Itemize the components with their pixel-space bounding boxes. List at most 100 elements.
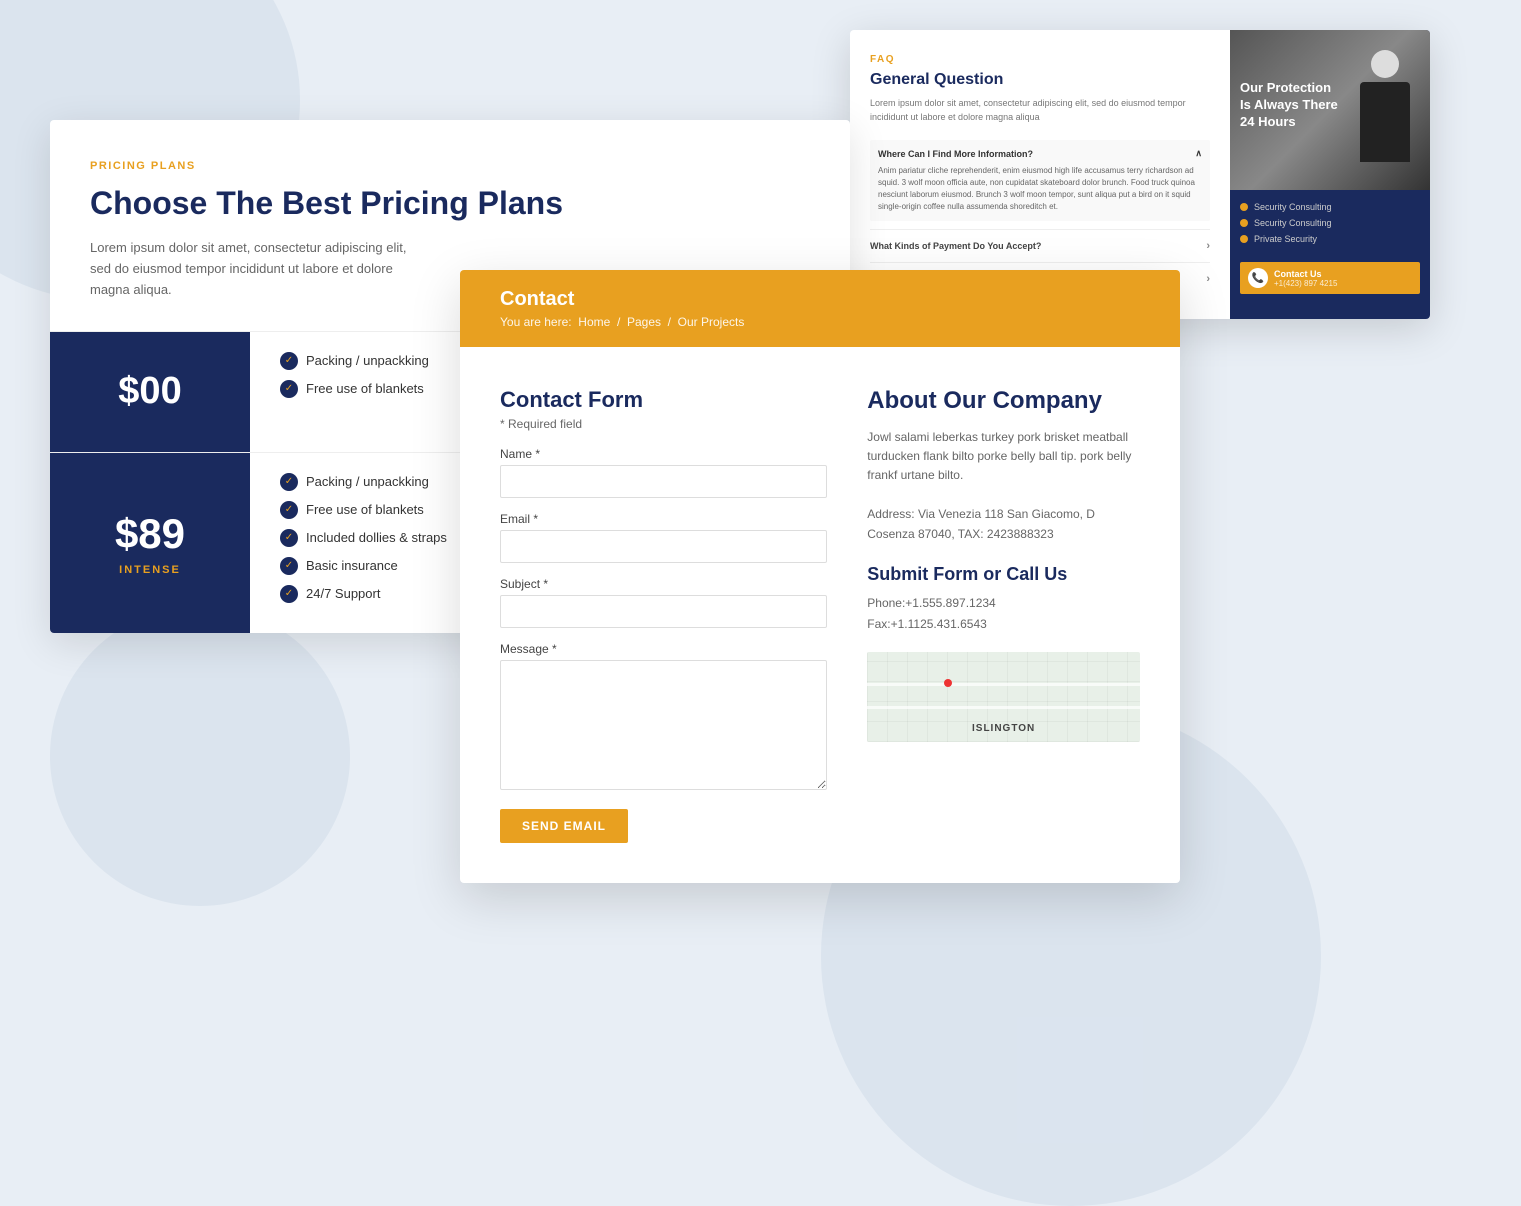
faq-description: Lorem ipsum dolor sit amet, consectetur … bbox=[870, 97, 1210, 124]
contact-header: Contact You are here: Home / Pages / Our… bbox=[460, 270, 1180, 347]
feature-label-1: Packing / unpackking bbox=[306, 474, 429, 489]
check-icon-3 bbox=[280, 529, 298, 547]
bullet-dot-3 bbox=[1240, 235, 1248, 243]
feature-1: Packing / unpackking bbox=[280, 473, 447, 491]
feature-2: Free use of blankets bbox=[280, 501, 447, 519]
faq-contact-info: Contact Us +1(423) 897 4215 bbox=[1274, 269, 1337, 288]
pricing-description: Lorem ipsum dolor sit amet, consectetur … bbox=[90, 238, 410, 300]
feature-top-2: Free use of blankets bbox=[280, 380, 429, 398]
feature-top-label-2: Free use of blankets bbox=[306, 381, 424, 396]
message-field-group: Message * bbox=[500, 642, 827, 795]
subject-input[interactable] bbox=[500, 595, 827, 628]
faq-open-question-row[interactable]: Where Can I Find More Information? ∧ bbox=[878, 148, 1202, 159]
pricing-title: Choose The Best Pricing Plans bbox=[90, 184, 810, 222]
faq-bullet-1: Security Consulting bbox=[1240, 202, 1420, 212]
person-body bbox=[1360, 82, 1410, 162]
contact-breadcrumb: You are here: Home / Pages / Our Project… bbox=[500, 315, 1140, 329]
bullet-dot-2 bbox=[1240, 219, 1248, 227]
faq-open-answer: Anim pariatur cliche reprehenderit, enim… bbox=[878, 165, 1202, 213]
phone-icon: 📞 bbox=[1248, 268, 1268, 288]
faq-right-panel: Our Protection Is Always There 24 Hours … bbox=[1230, 30, 1430, 319]
form-title: Contact Form bbox=[500, 387, 827, 413]
feature-top-label-1: Packing / unpackking bbox=[306, 353, 429, 368]
contact-phone: +1(423) 897 4215 bbox=[1274, 279, 1337, 288]
submit-call-title: Submit Form or Call Us bbox=[867, 564, 1140, 585]
contact-us-label: Contact Us bbox=[1274, 269, 1337, 279]
send-email-button[interactable]: SEND EMAIL bbox=[500, 809, 628, 843]
faq-accordion-item-1[interactable]: What Kinds of Payment Do You Accept? › bbox=[870, 229, 1210, 262]
faq-q1-arrow-icon: › bbox=[1206, 240, 1210, 252]
email-field-group: Email * bbox=[500, 512, 827, 563]
price-plan-label: INTENSE bbox=[119, 564, 181, 576]
person-head bbox=[1371, 50, 1399, 78]
map-placeholder: ISLINGTON bbox=[867, 652, 1140, 742]
faq-accordion-q-1[interactable]: What Kinds of Payment Do You Accept? › bbox=[870, 240, 1210, 252]
faq-title: General Question bbox=[870, 71, 1210, 89]
map-road-h2 bbox=[867, 706, 1140, 709]
bullet-dot-1 bbox=[1240, 203, 1248, 211]
contact-body: Contact Form * Required field Name * Ema… bbox=[460, 347, 1180, 883]
map-road-h1 bbox=[867, 683, 1140, 686]
subject-label: Subject * bbox=[500, 577, 827, 591]
feature-top-1: Packing / unpackking bbox=[280, 352, 429, 370]
email-label: Email * bbox=[500, 512, 827, 526]
feature-label-3: Included dollies & straps bbox=[306, 530, 447, 545]
features-top-list: Packing / unpackking Free use of blanket… bbox=[250, 332, 459, 452]
submit-call-phone: Phone:+1.555.897.1234 Fax:+1.1125.431.65… bbox=[867, 593, 1140, 636]
check-icon-5 bbox=[280, 585, 298, 603]
check-icon-2 bbox=[280, 501, 298, 519]
feature-3: Included dollies & straps bbox=[280, 529, 447, 547]
feature-4: Basic insurance bbox=[280, 557, 447, 575]
faq-open-arrow-icon: ∧ bbox=[1195, 148, 1202, 159]
fax-info: Fax:+1.1125.431.6543 bbox=[867, 614, 1140, 636]
faq-open-item: Where Can I Find More Information? ∧ Ani… bbox=[870, 140, 1210, 221]
about-company-title: About Our Company bbox=[867, 387, 1140, 416]
subject-field-group: Subject * bbox=[500, 577, 827, 628]
email-input[interactable] bbox=[500, 530, 827, 563]
price-amount-main: $89 bbox=[115, 510, 185, 558]
phone-info: Phone:+1.555.897.1234 bbox=[867, 593, 1140, 615]
check-icon-t2 bbox=[280, 380, 298, 398]
price-box-main: $89 INTENSE bbox=[50, 453, 250, 633]
faq-bullet-2: Security Consulting bbox=[1240, 218, 1420, 228]
name-field-group: Name * bbox=[500, 447, 827, 498]
faq-tag: FAQ bbox=[870, 54, 1210, 65]
check-icon-1 bbox=[280, 473, 298, 491]
bg-circle-3 bbox=[50, 606, 350, 906]
protection-overlay-text: Our Protection Is Always There 24 Hours bbox=[1240, 80, 1340, 131]
bullet-label-1: Security Consulting bbox=[1254, 202, 1332, 212]
about-address: Address: Via Venezia 118 San Giacomo, D … bbox=[867, 505, 1140, 543]
faq-bullets: Security Consulting Security Consulting … bbox=[1230, 190, 1430, 262]
faq-protection-image: Our Protection Is Always There 24 Hours bbox=[1230, 30, 1430, 190]
faq-bullet-3: Private Security bbox=[1240, 234, 1420, 244]
message-label: Message * bbox=[500, 642, 827, 656]
price-box-top: $00 bbox=[50, 332, 250, 452]
message-textarea[interactable] bbox=[500, 660, 827, 790]
bullet-label-3: Private Security bbox=[1254, 234, 1317, 244]
faq-q1-text: What Kinds of Payment Do You Accept? bbox=[870, 241, 1041, 251]
check-icon-4 bbox=[280, 557, 298, 575]
breadcrumb-pages[interactable]: Pages bbox=[627, 315, 661, 329]
form-section: Contact Form * Required field Name * Ema… bbox=[500, 387, 827, 843]
contact-card: Contact You are here: Home / Pages / Our… bbox=[460, 270, 1180, 883]
about-description: Jowl salami leberkas turkey pork brisket… bbox=[867, 428, 1140, 486]
faq-q2-arrow-icon: › bbox=[1206, 273, 1210, 285]
about-section: About Our Company Jowl salami leberkas t… bbox=[867, 387, 1140, 843]
feature-label-5: 24/7 Support bbox=[306, 586, 380, 601]
feature-label-2: Free use of blankets bbox=[306, 502, 424, 517]
map-area-label: ISLINGTON bbox=[972, 723, 1035, 734]
breadcrumb-home[interactable]: Home bbox=[578, 315, 610, 329]
pricing-label: PRICING PLANS bbox=[90, 160, 810, 172]
name-label: Name * bbox=[500, 447, 827, 461]
contact-page-title: Contact bbox=[500, 288, 1140, 311]
features-main-list: Packing / unpackking Free use of blanket… bbox=[250, 453, 477, 633]
price-amount-top: $00 bbox=[118, 370, 181, 413]
bullet-label-2: Security Consulting bbox=[1254, 218, 1332, 228]
name-input[interactable] bbox=[500, 465, 827, 498]
faq-contact-box[interactable]: 📞 Contact Us +1(423) 897 4215 bbox=[1240, 262, 1420, 294]
person-silhouette bbox=[1350, 50, 1420, 190]
feature-label-4: Basic insurance bbox=[306, 558, 398, 573]
breadcrumb-current: Our Projects bbox=[678, 315, 745, 329]
form-required-note: * Required field bbox=[500, 417, 827, 431]
faq-open-question-text: Where Can I Find More Information? bbox=[878, 149, 1033, 159]
